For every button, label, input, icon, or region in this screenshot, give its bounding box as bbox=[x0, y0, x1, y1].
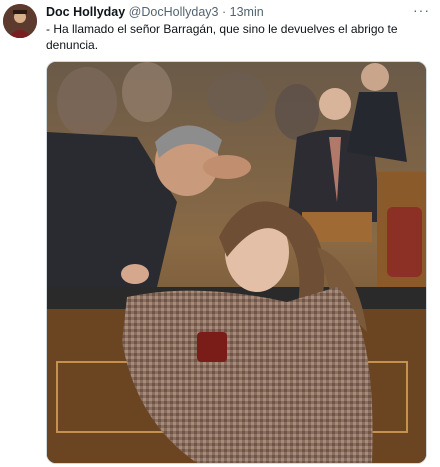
tweet-header: Doc Hollyday @DocHollyday3 · 13min bbox=[46, 4, 264, 20]
separator-dot: · bbox=[221, 5, 227, 19]
tweet-text: - Ha llamado el señor Barragán, que sino… bbox=[46, 22, 398, 52]
author-name[interactable]: Doc Hollyday bbox=[46, 5, 125, 19]
tweet-timestamp[interactable]: 13min bbox=[230, 5, 264, 19]
tweet-photo[interactable] bbox=[46, 61, 427, 464]
more-options-icon[interactable]: ··· bbox=[413, 2, 430, 18]
author-avatar[interactable] bbox=[3, 4, 37, 38]
photo-illustration bbox=[47, 62, 426, 463]
author-handle[interactable]: @DocHollyday3 bbox=[129, 5, 219, 19]
tweet-card[interactable]: Doc Hollyday @DocHollyday3 · 13min ··· -… bbox=[0, 0, 440, 467]
